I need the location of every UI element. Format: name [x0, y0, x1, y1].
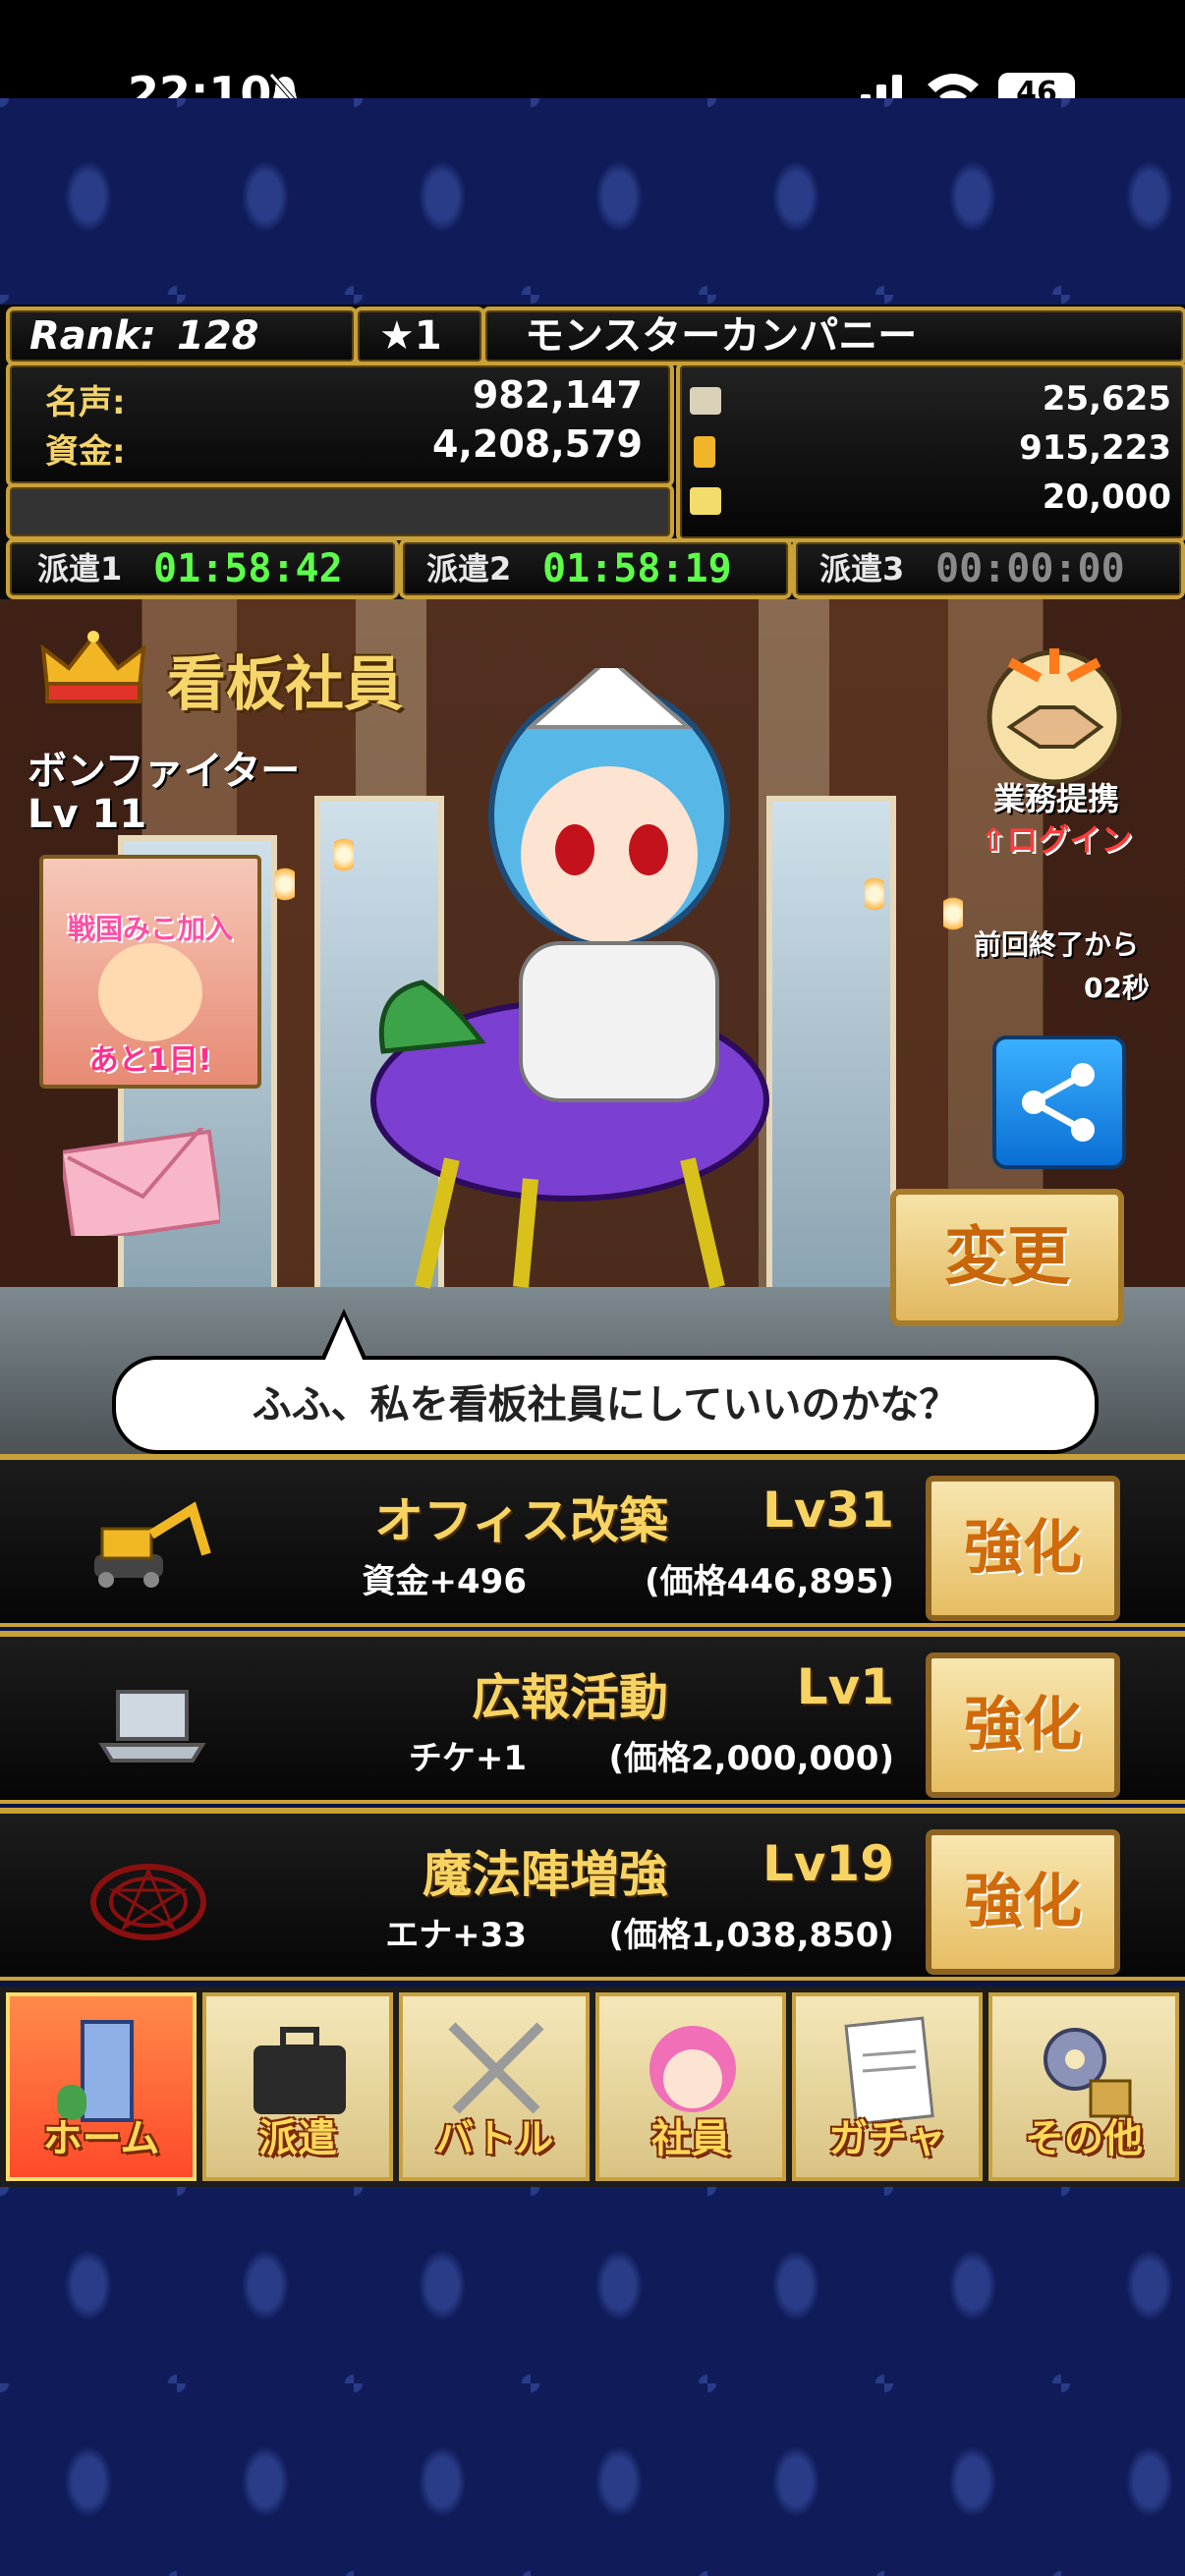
upgrade-level: Lv1: [796, 1658, 894, 1715]
excavator-icon: [94, 1501, 211, 1588]
dispatch-label: 派遣1: [37, 550, 123, 588]
wall-lamp: [865, 874, 884, 914]
upgrade-row-magic: 魔法陣増強 エナ+33 Lv19 (価格1,038,850) 強化: [0, 1808, 1185, 1981]
share-icon: [1022, 1063, 1095, 1142]
speech-tail-fill: [324, 1316, 364, 1362]
gold-bar-icon: [690, 487, 721, 515]
change-employee-button[interactable]: 変更: [890, 1189, 1124, 1326]
top-wallpaper: [0, 98, 1185, 305]
tab-other[interactable]: その他: [988, 1992, 1179, 2181]
ticket-count: 25,625: [1042, 379, 1171, 419]
dispatch-slot-2[interactable]: 派遣2 01:58:19: [399, 538, 792, 599]
ticket-icon: [690, 387, 721, 415]
laptop-icon: [98, 1690, 206, 1763]
event-title: 戦国みこ加入: [67, 913, 233, 945]
experience-bar: [6, 483, 674, 540]
event-remaining: あと1日!: [88, 1043, 212, 1078]
mail-icon[interactable]: [63, 1128, 220, 1236]
tab-employees[interactable]: 社員: [595, 1992, 786, 2181]
upgrade-effect: チケ+1: [408, 1739, 527, 1778]
upgrade-button[interactable]: 強化: [926, 1829, 1120, 1975]
event-character-face: [98, 943, 202, 1041]
upgrade-button[interactable]: 強化: [926, 1652, 1120, 1798]
upgrade-row-office: オフィス改築 資金+496 Lv31 (価格446,895) 強化: [0, 1454, 1185, 1627]
since-last-label: 前回終了から: [973, 928, 1139, 961]
upgrade-name: オフィス改築: [374, 1492, 668, 1549]
upgrade-level: Lv31: [762, 1482, 894, 1539]
tab-home[interactable]: ホーム: [6, 1992, 197, 2181]
bottom-wallpaper: [0, 2187, 1185, 2576]
upgrade-name: 魔法陣増強: [423, 1846, 668, 1903]
bottom-tab-bar: ホーム 派遣 バトル 社員 ガチャ その他: [0, 1987, 1185, 2187]
rank-box: Rank: 128: [6, 307, 358, 365]
tab-battle[interactable]: バトル: [399, 1992, 590, 2181]
gold-count: 20,000: [1042, 477, 1171, 517]
event-banner[interactable]: 戦国みこ加入 あと1日!: [39, 855, 261, 1089]
upgrade-button[interactable]: 強化: [926, 1476, 1120, 1621]
upgrade-row-pr: 広報活動 チケ+1 Lv1 (価格2,000,000) 強化: [0, 1631, 1185, 1804]
energy-count: 915,223: [1019, 428, 1171, 468]
since-last-value: 02秒: [1084, 972, 1150, 1004]
upgrade-price: (価格446,895): [645, 1562, 894, 1601]
office-scene: 看板社員 ボンファイター Lv 11 戦国みこ加入 あと1日! 業務提携 ⇧ログ…: [0, 599, 1185, 1454]
fame-label: 名声:: [45, 383, 126, 422]
energy-drink-icon: [694, 436, 715, 468]
company-name: モンスターカンパニー: [525, 313, 918, 359]
partnership-label: 業務提携: [992, 780, 1119, 817]
partnership-login[interactable]: ⇧ログイン: [943, 815, 1169, 861]
upgrade-effect: エナ+33: [385, 1916, 527, 1955]
tab-label: 社員: [651, 2116, 730, 2161]
dispatch-timer: 00:00:00: [935, 546, 1125, 591]
dispatch-slot-1[interactable]: 派遣1 01:58:42: [6, 538, 399, 599]
company-name-box[interactable]: モンスターカンパニー: [481, 307, 1185, 365]
tab-label: その他: [1025, 2116, 1143, 2161]
wall-lamp: [275, 865, 295, 904]
tab-gacha[interactable]: ガチャ: [792, 1992, 983, 2181]
magic-circle-icon: [90, 1864, 206, 1940]
funds-value: 4,208,579: [432, 422, 643, 466]
featured-employee-character[interactable]: [364, 668, 816, 1297]
upgrade-effect: 資金+496: [362, 1562, 527, 1601]
upgrade-name: 広報活動: [472, 1669, 668, 1726]
dispatch-label: 派遣3: [819, 550, 905, 588]
rank-value: 128: [177, 313, 259, 359]
star-count: ★1: [379, 313, 442, 359]
resources-box: 25,625 915,223 20,000: [676, 362, 1185, 542]
speech-bubble: ふふ、私を看板社員にしていいのかな？: [112, 1356, 1099, 1454]
crown-icon: [40, 631, 146, 703]
employee-level: Lv 11: [28, 792, 147, 837]
tab-label: ガチャ: [828, 2116, 946, 2161]
upgrade-price: (価格1,038,850): [608, 1916, 894, 1955]
stats-box: 名声: 982,147 資金: 4,208,579: [6, 362, 674, 487]
upgrade-price: (価格2,000,000): [608, 1739, 894, 1778]
star-box: ★1: [354, 307, 485, 365]
tab-dispatch[interactable]: 派遣: [202, 1992, 393, 2181]
upgrade-level: Lv19: [762, 1835, 894, 1892]
rank-label: Rank:: [29, 313, 156, 359]
funds-label: 資金:: [45, 432, 126, 472]
tab-label: ホーム: [42, 2116, 160, 2161]
dispatch-timer: 01:58:19: [542, 546, 732, 591]
dispatch-slot-3[interactable]: 派遣3 00:00:00: [792, 538, 1185, 599]
employee-name: ボンファイター: [28, 749, 301, 794]
tab-label: 派遣: [258, 2116, 337, 2161]
status-bar: 22:10 46: [0, 0, 1185, 120]
dispatch-label: 派遣2: [426, 550, 512, 588]
tab-label: バトル: [434, 2116, 554, 2161]
fame-value: 982,147: [472, 373, 643, 417]
share-button[interactable]: [992, 1036, 1126, 1169]
handshake-icon[interactable]: [981, 639, 1128, 786]
dispatch-timer: 01:58:42: [153, 546, 343, 591]
wall-lamp: [334, 835, 354, 874]
